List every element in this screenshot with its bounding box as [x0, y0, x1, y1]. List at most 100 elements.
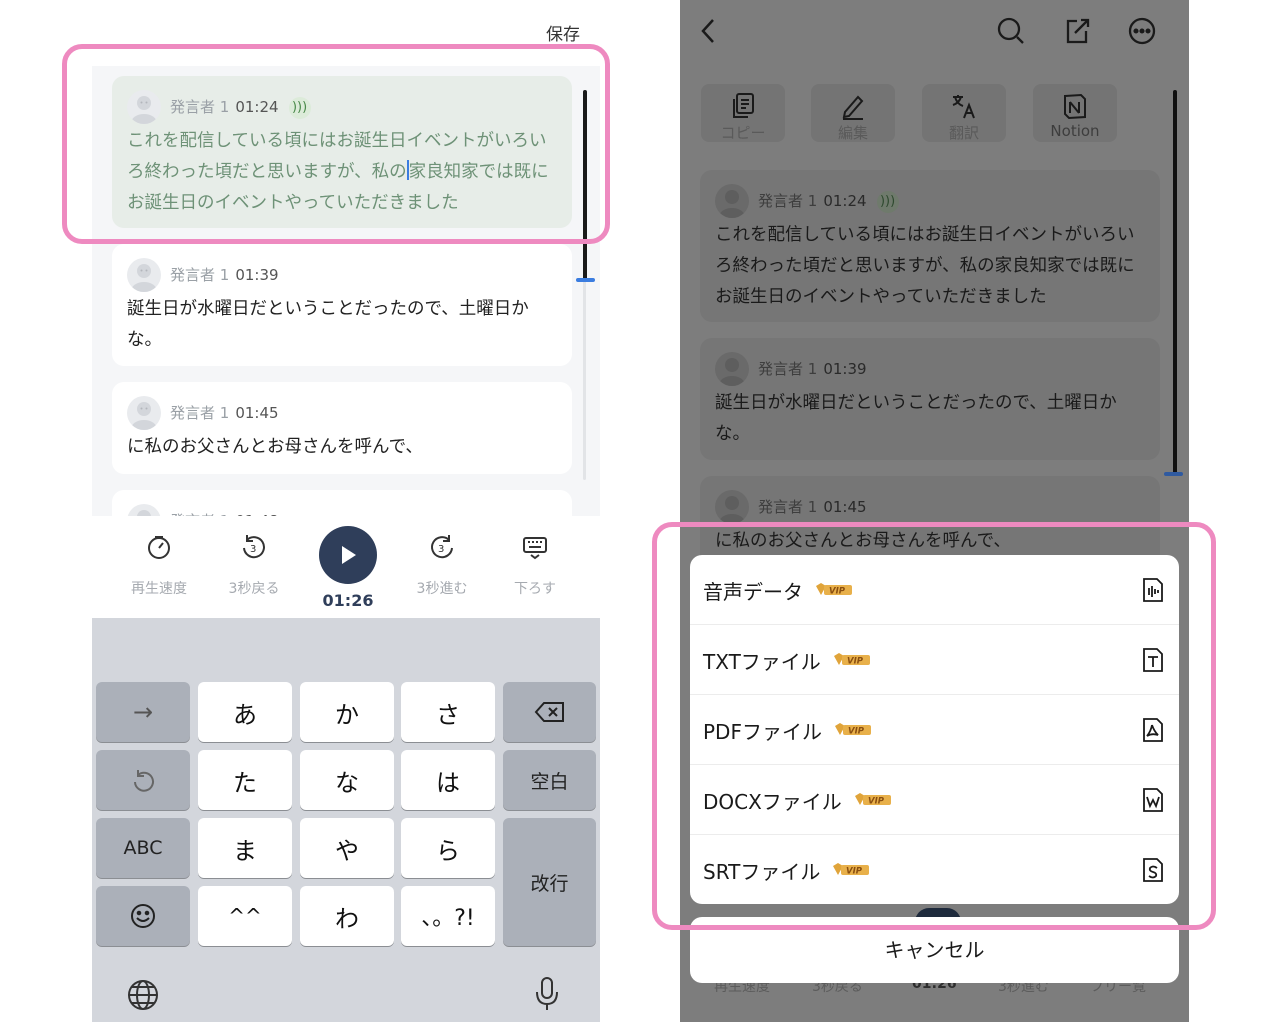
svg-text:3: 3: [250, 544, 256, 555]
microphone-icon[interactable]: [532, 976, 562, 1016]
vip-badge-icon: VIP: [833, 863, 870, 877]
transcript-segment[interactable]: 発言者 1 01:45 に私のお父さんとお母さんを呼んで、: [112, 382, 572, 474]
segment-meta: 発言者 1 01:24))): [758, 190, 899, 213]
share-edit-icon[interactable]: [1063, 16, 1091, 50]
speaker-avatar: [715, 490, 749, 524]
export-pdf-option[interactable]: PDFファイル VIP: [690, 695, 1179, 765]
key-space[interactable]: 空白: [503, 750, 596, 810]
key-ka[interactable]: か: [300, 682, 394, 742]
segment-time: 01:45: [235, 404, 279, 422]
notion-tool-button[interactable]: Notion: [1033, 84, 1117, 142]
segment-text[interactable]: に私のお父さんとお母さんを呼んで、: [127, 432, 552, 463]
lower-keyboard-button[interactable]: 下ろす: [490, 516, 580, 598]
scroll-thumb[interactable]: [583, 90, 587, 282]
forward-3s-label: 3秒進む: [416, 581, 468, 597]
key-sa[interactable]: さ: [401, 682, 495, 742]
speaker-avatar: [127, 396, 161, 430]
key-ta[interactable]: た: [198, 750, 292, 810]
segment-text[interactable]: これを配信している頃にはお誕生日イベントがいろいろ終わった頃だと思いますが、私の…: [715, 220, 1142, 313]
segment-text[interactable]: に私のお父さんとお母さんを呼んで、: [715, 526, 1142, 557]
rewind-3s-label: 3秒戻る: [228, 581, 280, 597]
key-abc[interactable]: ABC: [96, 818, 190, 878]
export-options-sheet: 音声データ VIP TXTファイル VIP PDFファイル VIP DOCXファイル V…: [690, 555, 1179, 904]
scroll-position-marker: [1164, 472, 1183, 476]
segment-meta: 発言者 1 01:39: [758, 358, 867, 379]
speaker-avatar: [127, 258, 161, 292]
key-a[interactable]: あ: [198, 682, 292, 742]
japanese-keyboard: → あ か さ た な は 空白 ABC ま や ら 改行 ^^ わ 、。?!: [92, 618, 600, 1022]
speaker-name: 発言者 1: [758, 192, 818, 210]
rewind-3-icon: 3: [243, 535, 265, 559]
key-ma[interactable]: ま: [198, 818, 292, 878]
playback-speed-button[interactable]: 再生速度: [114, 516, 204, 598]
backspace-icon: [534, 702, 564, 722]
play-icon: [342, 546, 356, 564]
key-ha[interactable]: は: [401, 750, 495, 810]
export-audio-option[interactable]: 音声データ VIP: [690, 555, 1179, 625]
notion-icon: [1064, 93, 1086, 120]
key-undo[interactable]: [96, 750, 190, 810]
sound-wave-icon[interactable]: ))): [876, 190, 899, 213]
forward-3-icon: 3: [431, 535, 453, 559]
export-option-label: PDFファイル: [703, 720, 822, 744]
export-option-label: TXTファイル: [703, 650, 821, 674]
vip-badge-icon: VIP: [833, 653, 870, 667]
undo-icon: [134, 770, 154, 792]
edit-tool-button[interactable]: 編集: [811, 84, 895, 142]
more-options-icon[interactable]: [1127, 16, 1157, 50]
segment-meta: 発言者 1 01:39: [170, 264, 279, 285]
speaker-name: 発言者 1: [170, 404, 230, 422]
save-button[interactable]: 保存: [546, 20, 580, 45]
top-bar: 保存: [92, 0, 600, 66]
segment-meta: 発言者 1 01:45: [170, 402, 279, 423]
segment-time: 01:39: [235, 266, 279, 284]
cancel-button[interactable]: キャンセル: [690, 917, 1179, 983]
globe-icon[interactable]: [126, 978, 160, 1016]
scroll-track[interactable]: [1173, 90, 1177, 475]
speaker-avatar: [715, 184, 749, 218]
segment-text-editor[interactable]: これを配信している頃にはお誕生日イベントがいろいろ終わった頃だと思いますが、私の…: [127, 126, 552, 219]
play-button[interactable]: [319, 526, 377, 584]
transcript-segment-active[interactable]: 発言者 1 01:24))) これを配信している頃にはお誕生日イベントがいろいろ終…: [112, 76, 572, 228]
forward-3s-button[interactable]: 3 3秒進む: [397, 516, 487, 598]
export-txt-option[interactable]: TXTファイル VIP: [690, 625, 1179, 695]
key-arrow[interactable]: →: [96, 682, 190, 742]
back-chevron-icon[interactable]: [698, 16, 718, 50]
key-na[interactable]: な: [300, 750, 394, 810]
export-docx-option[interactable]: DOCXファイル VIP: [690, 765, 1179, 835]
txt-file-icon: [1143, 648, 1163, 672]
speedometer-icon: [148, 536, 170, 559]
srt-file-icon: [1143, 858, 1163, 882]
transcript-segment[interactable]: 発言者 1 01:39 誕生日が水曜日だということだったので、土曜日かな。: [700, 338, 1160, 460]
export-option-label: 音声データ: [703, 580, 803, 604]
segment-text[interactable]: 誕生日が水曜日だということだったので、土曜日かな。: [127, 294, 552, 356]
key-wa[interactable]: わ: [300, 886, 394, 946]
key-emoji[interactable]: [96, 886, 190, 946]
sound-wave-icon[interactable]: ))): [288, 96, 311, 119]
export-option-label: SRTファイル: [703, 860, 821, 884]
key-kaomoji[interactable]: ^^: [198, 886, 292, 946]
transcript-segment[interactable]: 発言者 1 01:24))) これを配信している頃にはお誕生日イベントがいろいろ終…: [700, 170, 1160, 322]
emoji-icon: [131, 904, 155, 928]
export-option-label: DOCXファイル: [703, 790, 842, 814]
speaker-name: 発言者 1: [758, 498, 818, 516]
speaker-name: 発言者 1: [170, 98, 230, 116]
translate-tool-button[interactable]: 翻訳: [922, 84, 1006, 142]
segment-time: 01:45: [823, 498, 867, 516]
rewind-3s-button[interactable]: 3 3秒戻る: [209, 516, 299, 598]
key-ra[interactable]: ら: [401, 818, 495, 878]
segment-text[interactable]: 誕生日が水曜日だということだったので、土曜日かな。: [715, 388, 1142, 450]
key-return[interactable]: 改行: [503, 818, 596, 946]
key-backspace[interactable]: [503, 682, 596, 742]
key-ya[interactable]: や: [300, 818, 394, 878]
speaker-avatar: [715, 352, 749, 386]
search-icon[interactable]: [996, 16, 1026, 50]
left-phone-screen: 保存 発言者 1 01:24))) これを配信している頃にはお誕生日イベントがいろ…: [92, 0, 600, 1022]
segment-time: 01:24: [235, 98, 279, 116]
copy-tool-button[interactable]: コピー: [701, 84, 785, 142]
transcript-segment[interactable]: 発言者 1 01:39 誕生日が水曜日だということだったので、土曜日かな。: [112, 244, 572, 366]
key-punctuation[interactable]: 、。?!: [401, 886, 495, 946]
segment-meta: 発言者 1 01:45: [758, 496, 867, 517]
export-srt-option[interactable]: SRTファイル VIP: [690, 835, 1179, 904]
translate-icon: [952, 95, 975, 119]
